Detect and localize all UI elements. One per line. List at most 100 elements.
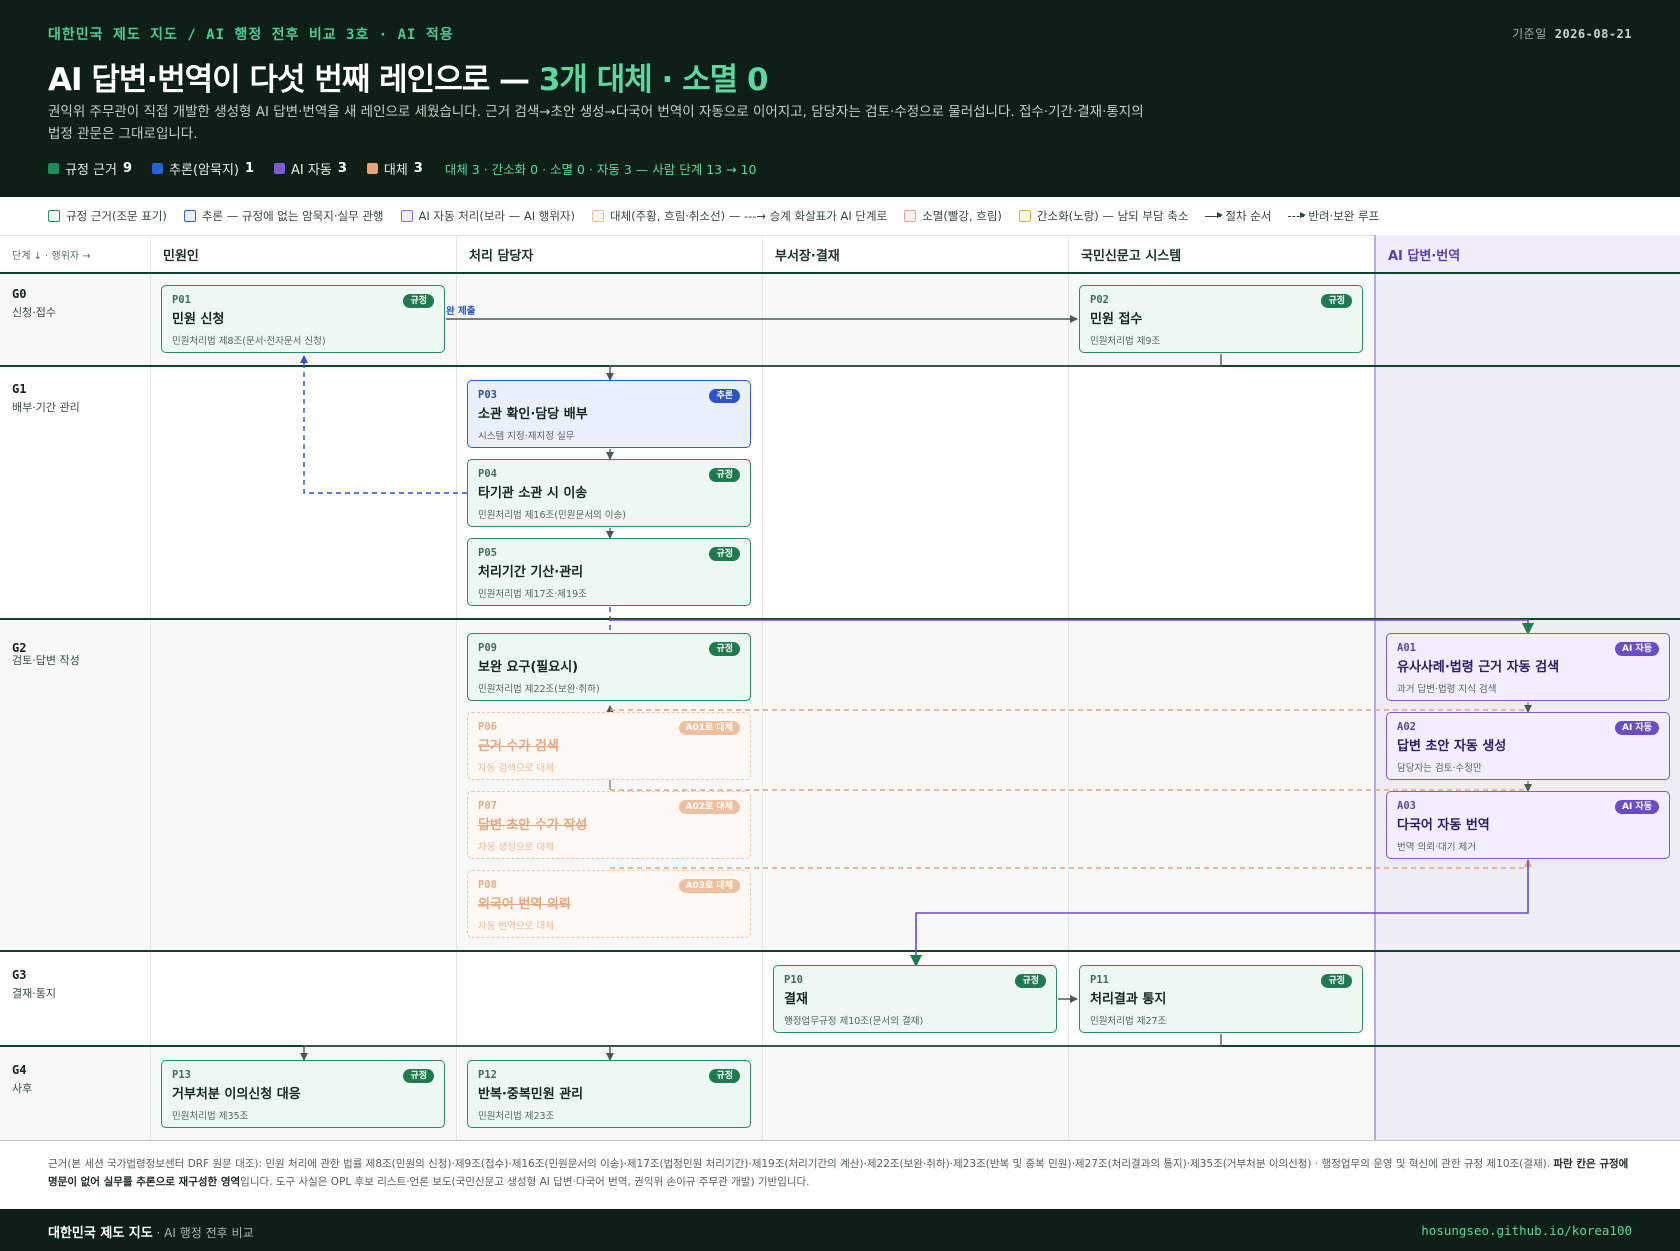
stage-name-g2: 검토·답변 작성 [12,654,80,667]
row-rule [0,1045,1680,1047]
row-rule [0,365,1680,367]
stat-label: 대체 [383,163,408,178]
stage-name-g0: 신청·접수 [12,306,56,319]
stats-bar: 규정 근거 9 추론(암묵지) 1 AI 자동 3 대체 3 대체 3 · 간소화 0 … [48,159,756,178]
column-divider [456,235,457,1141]
card-p06[interactable]: P06 근거 수가 검색 자동 검색으로 대체 A01로 대체 [467,712,751,780]
ai-lane-divider [1374,235,1376,1141]
solid-arrow-icon [1205,212,1224,218]
card-id: P04 [478,468,497,480]
row-rule [0,272,1680,274]
rule-badge: 규정 [709,547,740,561]
stat-rule: 규정 근거 9 [48,159,132,178]
replaced-badge: A02로 대체 [678,800,740,814]
card-id: P02 [1090,294,1109,306]
card-a02[interactable]: A02 답변 초안 자동 생성 담당자는 검토·수정만 AI 자동 [1386,712,1670,780]
card-p05[interactable]: P05 처리기간 기산·관리 민원처리법 제17조·제19조 규정 [467,538,751,606]
legend-dashed-arrow: 반려·보완 루프 [1288,208,1379,224]
stat-value: 3 [413,161,423,176]
card-p10[interactable]: P10 결재 행정업무규정 제10조(문서의 결재) 규정 [773,965,1057,1033]
card-sub: 자동 검색으로 대체 [478,763,554,774]
footer-brand: 대한민국 제도 지도 · AI 행정 전후 비교 [48,1222,254,1241]
card-p09[interactable]: P09 보완 요구(필요시) 민원처리법 제22조(보완·취하) 규정 [467,633,751,701]
row-rule [0,1140,1680,1141]
card-title: 민원 접수 [1090,312,1143,327]
axis-label: 단계 ↓ · 행위자 → [12,251,91,262]
rule-badge: 규정 [1321,974,1352,988]
card-sub: 민원처리법 제9조 [1090,336,1161,347]
stat-inference: 추론(암묵지) 1 [152,159,254,178]
stat-label: 추론(암묵지) [169,163,239,178]
footer-link[interactable]: hosungseo.github.io/korea100 [1421,1223,1632,1238]
row-rule [0,950,1680,952]
card-title: 답변 초안 자동 생성 [1397,739,1507,754]
card-p12[interactable]: P12 반복·중복민원 관리 민원처리법 제23조 규정 [467,1060,751,1128]
column-divider [1068,235,1069,1141]
inference-box-icon [183,210,196,222]
card-sub: 민원처리법 제27조 [1090,1016,1167,1027]
card-sub: 번역 의뢰·대기 제거 [1397,842,1476,853]
stats-summary: 대체 3 · 간소화 0 · 소멸 0 · 자동 3 — 사람 단계 13 → … [444,162,757,177]
legend-label: AI 자동 처리(보라 — AI 행위자) [418,209,576,223]
rule-badge: 규정 [709,642,740,656]
title-accent: 3개 대체 · 소멸 0 [538,62,769,98]
stage-id-g0: G0 [12,287,27,301]
stat-label: 규정 근거 [65,163,117,178]
column-head-officer: 처리 담당자 [469,249,534,264]
card-sub: 민원처리법 제22조(보완·취하) [478,684,600,695]
page-lede: 권익위 주무관이 직접 개발한 생성형 AI 답변·번역을 새 레인으로 세웠습… [48,104,1144,142]
card-p03[interactable]: P03 소관 확인·담당 배부 시스템 지정·재지정 실무 추론 [467,380,751,448]
rule-badge: 규정 [403,1069,434,1083]
card-sub: 자동 생성으로 대체 [478,842,554,853]
card-title: 처리기간 기산·관리 [478,565,584,580]
card-p02[interactable]: P02 민원 접수 민원처리법 제9조 규정 [1079,285,1363,353]
footer-subtitle: · AI 행정 전후 비교 [152,1226,254,1240]
card-title: 결재 [784,992,808,1007]
card-p08[interactable]: P08 외국어 번역 의뢰 자동 번역으로 대체 A03로 대체 [467,870,751,938]
card-title: 거부처분 이의신청 대응 [172,1087,301,1102]
card-id: P01 [172,294,191,306]
card-p11[interactable]: P11 처리결과 통지 민원처리법 제27조 규정 [1079,965,1363,1033]
card-p04[interactable]: P04 타기관 소관 시 이송 민원처리법 제16조(민원문서의 이송) 규정 [467,459,751,527]
rule-badge: 규정 [1015,974,1046,988]
footnote-tail: 입니다. 도구 사실은 OPL 후보 리스트·언론 보도(국민신문고 생성형 A… [240,1176,810,1188]
replaced-box-icon [592,210,604,222]
breadcrumb: 대한민국 제도 지도 / AI 행정 전후 비교 3호 · AI 적용 [48,27,454,43]
stage-id-g3: G3 [12,968,27,982]
legend-label: 간소화(노랑) — 남되 부담 축소 [1036,209,1189,223]
footer-brand-name: 대한민국 제도 지도 [48,1226,153,1241]
card-title: 민원 신청 [172,312,225,327]
rule-badge: 규정 [709,1069,740,1083]
date-value: 2026-08-21 [1554,27,1632,41]
card-a03[interactable]: A03 다국어 자동 번역 번역 의뢰·대기 제거 AI 자동 [1386,791,1670,859]
card-p07[interactable]: P07 답변 초안 수가 작성 자동 생성으로 대체 A02로 대체 [467,791,751,859]
card-title: 보완 요구(필요시) [478,660,579,675]
legend-inference: 추론 — 규정에 없는 암묵지·실무 관행 [183,208,384,224]
row-rule [0,618,1680,620]
card-sub: 자동 번역으로 대체 [478,921,554,932]
legend: 규정 근거(조문 표기) 추론 — 규정에 없는 암묵지·실무 관행 AI 자동… [48,208,1396,224]
card-sub: 민원처리법 제16조(민원문서의 이송) [478,510,626,521]
card-sub: 과거 답변·법령 지식 검색 [1397,684,1497,695]
card-id: P10 [784,974,803,986]
card-p13[interactable]: P13 거부처분 이의신청 대응 민원처리법 제35조 규정 [161,1060,445,1128]
card-title: 유사사례·법령 근거 자동 검색 [1397,660,1560,675]
stat-replaced: 대체 3 [366,159,423,178]
card-sub: 시스템 지정·재지정 실무 [478,431,575,442]
card-title: 근거 수가 검색 [478,739,559,754]
column-head-citizen: 민원인 [163,249,199,264]
column-head-ai: AI 답변·번역 [1388,249,1461,264]
card-p01[interactable]: P01 민원 신청 민원처리법 제8조(문서·전자문서 신청) 규정 [161,285,445,353]
footnote-text: 근거(본 세션 국가법령정보센터 DRF 원문 대조): 민원 처리에 관한 법… [48,1158,1554,1170]
ai-badge: AI 자동 [1614,800,1659,814]
legend-label: 절차 순서 [1225,209,1272,223]
column-head-system: 국민신문고 시스템 [1081,249,1182,264]
legend-label: 추론 — 규정에 없는 암묵지·실무 관행 [201,209,384,223]
rule-box-icon [48,210,60,222]
stage-name-g3: 결재·통지 [12,987,56,1000]
card-title: 소관 확인·담당 배부 [478,407,588,422]
card-a01[interactable]: A01 유사사례·법령 근거 자동 검색 과거 답변·법령 지식 검색 AI 자… [1386,633,1670,701]
stage-name-g4: 사후 [12,1082,33,1095]
edge-label: 완 제출 [446,306,476,317]
page-title: AI 답변·번역이 다섯 번째 레인으로 — 3개 대체 · 소멸 0 [48,54,769,99]
